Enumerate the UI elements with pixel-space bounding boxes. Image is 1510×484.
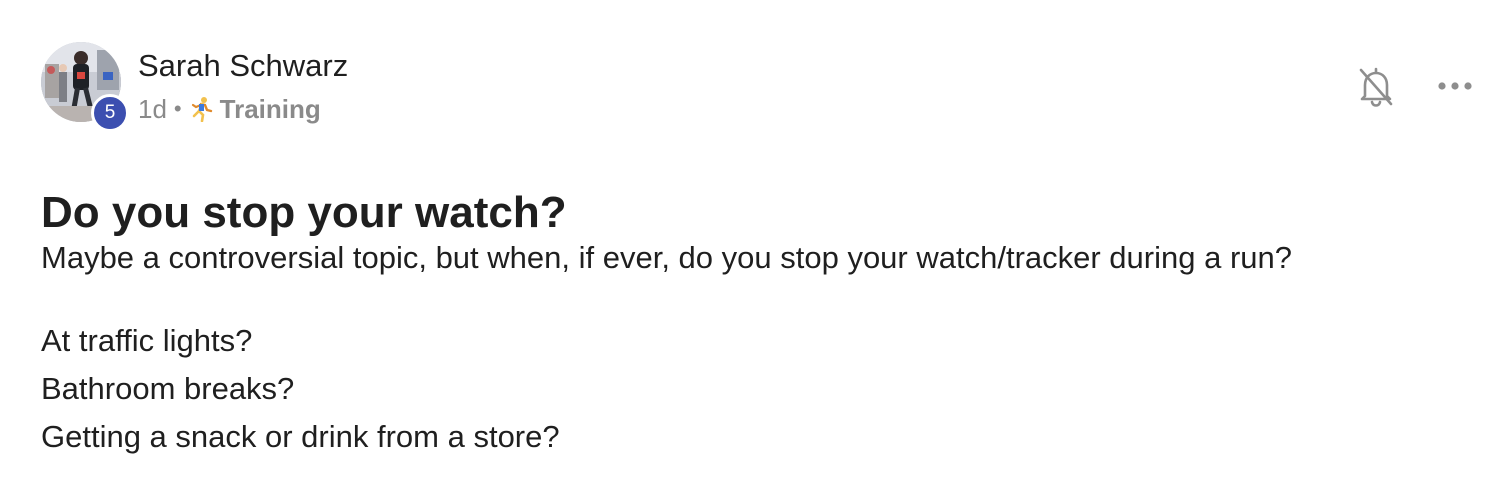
author-avatar[interactable]: 5 [41, 42, 129, 132]
bell-off-icon [1359, 67, 1393, 107]
post-time: 1d [138, 93, 167, 124]
category-link[interactable]: Training [220, 94, 321, 125]
post-title: Do you stop your watch? [41, 188, 567, 238]
question-line: Bathroom breaks? [41, 371, 295, 406]
post-body: Maybe a controversial topic, but when, i… [41, 238, 1461, 461]
more-options-button[interactable] [1436, 70, 1474, 102]
more-horizontal-icon [1438, 82, 1472, 90]
author-name[interactable]: Sarah Schwarz [138, 48, 348, 84]
level-badge: 5 [91, 94, 129, 132]
meta-separator: • [173, 96, 182, 121]
question-line: At traffic lights? [41, 323, 253, 358]
post-paragraph: Maybe a controversial topic, but when, i… [41, 240, 1292, 275]
notifications-off-button[interactable] [1356, 64, 1396, 108]
question-line: Getting a snack or drink from a store? [41, 419, 560, 454]
post-meta: 1d • Training [138, 94, 321, 124]
runner-emoji-icon [190, 96, 214, 123]
post-card: 5 Sarah Schwarz 1d • Training Do you sto… [0, 0, 1510, 484]
post-question-list: At traffic lights? Bathroom breaks? Gett… [41, 317, 1461, 461]
